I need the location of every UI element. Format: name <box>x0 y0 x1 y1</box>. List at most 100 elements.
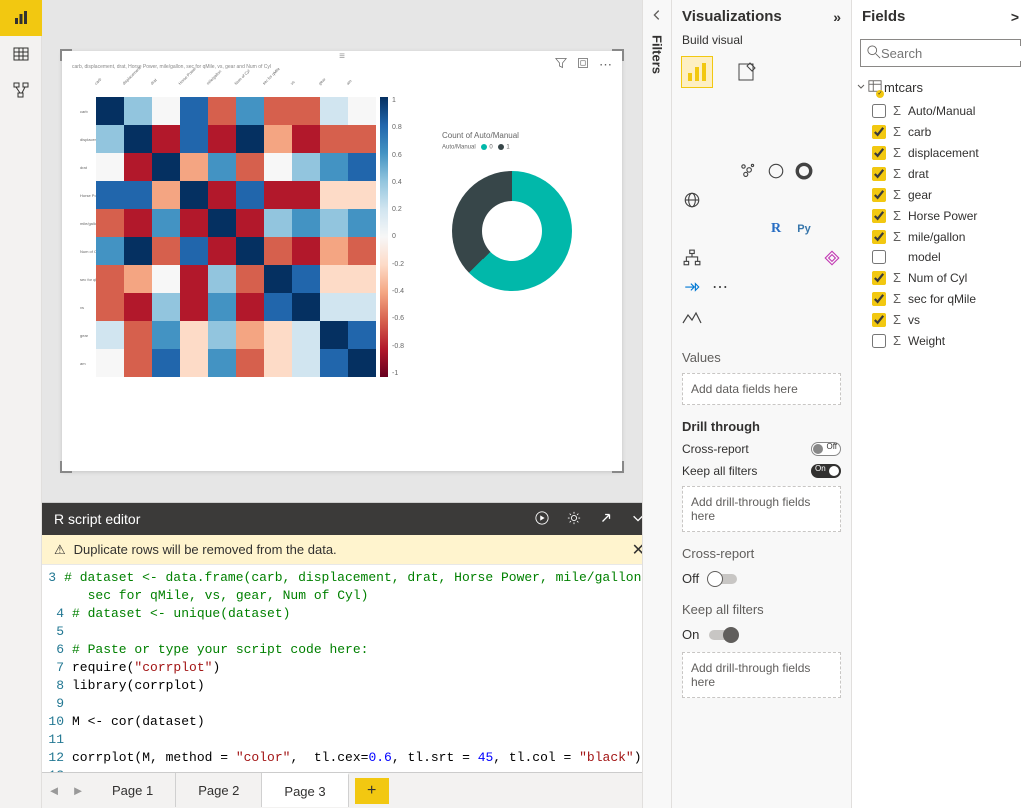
viz-type-button[interactable] <box>708 101 732 125</box>
field-checkbox[interactable] <box>872 230 886 244</box>
viz-type-button[interactable] <box>680 101 704 125</box>
field-checkbox[interactable] <box>872 146 886 160</box>
viz-type-button[interactable] <box>764 130 788 154</box>
viz-type-button[interactable] <box>792 188 816 212</box>
filters-pane-collapsed[interactable]: Filters <box>642 0 672 808</box>
cross-report-toggle[interactable]: Off <box>811 442 841 456</box>
viz-type-button[interactable] <box>736 217 760 241</box>
viz-type-button[interactable] <box>764 101 788 125</box>
viz-type-button[interactable] <box>764 188 788 212</box>
viz-type-button[interactable] <box>680 159 704 183</box>
viz-type-button[interactable] <box>680 188 704 212</box>
collapse-viz-pane-icon[interactable]: » <box>833 9 841 25</box>
viz-type-button[interactable] <box>820 101 844 125</box>
field-checkbox[interactable] <box>872 334 886 348</box>
field-checkbox[interactable] <box>872 104 886 118</box>
field-checkbox[interactable] <box>872 292 886 306</box>
viz-type-button[interactable]: R <box>764 217 788 241</box>
table-node-mtcars[interactable]: ✓ mtcars <box>852 73 1029 100</box>
selection-handle[interactable] <box>612 461 624 473</box>
viz-type-button[interactable] <box>708 246 732 270</box>
build-visual-tab[interactable] <box>682 57 712 87</box>
run-script-icon[interactable] <box>535 511 549 528</box>
field-checkbox[interactable] <box>872 188 886 202</box>
viz-type-button[interactable]: Py <box>792 217 816 241</box>
viz-type-button[interactable] <box>680 130 704 154</box>
viz-type-button[interactable] <box>820 188 844 212</box>
viz-type-button[interactable] <box>820 246 844 270</box>
field-item[interactable]: Σmile/gallon <box>852 226 1029 247</box>
data-view-tab[interactable] <box>0 36 42 72</box>
viz-type-button[interactable] <box>820 217 844 241</box>
cross-report-slider[interactable] <box>709 574 737 584</box>
values-field-well[interactable]: Add data fields here <box>682 373 841 405</box>
viz-type-button[interactable]: ⋯ <box>708 275 732 299</box>
field-item[interactable]: Σcarb <box>852 121 1029 142</box>
field-item[interactable]: Σvs <box>852 309 1029 330</box>
viz-type-button[interactable] <box>708 188 732 212</box>
keep-filters-toggle[interactable]: On <box>811 464 841 478</box>
model-view-tab[interactable] <box>0 72 42 108</box>
donut-chart[interactable] <box>452 171 572 291</box>
collapse-fields-pane-icon[interactable]: > <box>1011 9 1019 25</box>
field-checkbox[interactable] <box>872 250 886 264</box>
viz-type-button[interactable] <box>792 246 816 270</box>
analytics-tab[interactable] <box>672 303 851 340</box>
tabs-next-icon[interactable]: ► <box>66 783 90 798</box>
viz-type-button[interactable] <box>736 130 760 154</box>
field-checkbox[interactable] <box>872 125 886 139</box>
field-item[interactable]: Σsec for qMile <box>852 288 1029 309</box>
viz-type-button[interactable] <box>736 159 760 183</box>
viz-type-button[interactable] <box>680 217 704 241</box>
field-item[interactable]: Σgear <box>852 184 1029 205</box>
filter-icon[interactable] <box>555 57 567 73</box>
r-code-editor[interactable]: 3# dataset <- data.frame(carb, displacem… <box>42 565 657 789</box>
drag-handle-icon[interactable]: ≡ <box>322 51 362 61</box>
expand-filters-icon[interactable] <box>650 8 664 25</box>
viz-type-button[interactable] <box>680 275 704 299</box>
viz-type-button[interactable] <box>708 130 732 154</box>
report-canvas[interactable]: ≡ ⋯ carb, displacement, drat, Horse Powe… <box>42 0 642 502</box>
selection-handle[interactable] <box>60 461 72 473</box>
viz-type-button[interactable] <box>792 101 816 125</box>
field-item[interactable]: Σdrat <box>852 163 1029 184</box>
more-options-icon[interactable]: ⋯ <box>599 57 612 73</box>
field-item[interactable]: model <box>852 247 1029 267</box>
popout-icon[interactable] <box>599 511 613 528</box>
viz-type-button[interactable] <box>708 217 732 241</box>
field-item[interactable]: Σdisplacement <box>852 142 1029 163</box>
page-tab[interactable]: Page 1 <box>90 773 176 807</box>
keep-filters-slider[interactable] <box>709 630 737 640</box>
format-visual-tab[interactable] <box>732 57 762 87</box>
viz-type-button[interactable] <box>736 101 760 125</box>
visual-container[interactable]: ≡ ⋯ carb, displacement, drat, Horse Powe… <box>62 51 622 471</box>
script-options-icon[interactable] <box>567 511 581 528</box>
viz-type-button[interactable] <box>820 130 844 154</box>
field-checkbox[interactable] <box>872 167 886 181</box>
viz-type-button[interactable] <box>680 246 704 270</box>
selection-handle[interactable] <box>60 49 72 61</box>
field-item[interactable]: ΣNum of Cyl <box>852 267 1029 288</box>
viz-type-button[interactable] <box>708 159 732 183</box>
selection-handle[interactable] <box>612 49 624 61</box>
viz-type-button[interactable] <box>820 159 844 183</box>
tabs-prev-icon[interactable]: ◄ <box>42 783 66 798</box>
add-page-button[interactable]: + <box>355 778 389 804</box>
field-item[interactable]: ΣAuto/Manual <box>852 100 1029 121</box>
field-checkbox[interactable] <box>872 271 886 285</box>
field-checkbox[interactable] <box>872 313 886 327</box>
fields-search-box[interactable] <box>860 39 1021 67</box>
field-checkbox[interactable] <box>872 209 886 223</box>
viz-type-button[interactable] <box>792 130 816 154</box>
report-view-tab[interactable] <box>0 0 42 36</box>
viz-type-button[interactable] <box>764 159 788 183</box>
viz-type-button[interactable] <box>792 159 816 183</box>
viz-type-button[interactable] <box>764 246 788 270</box>
drill-through-field-well-2[interactable]: Add drill-through fields here <box>682 652 841 698</box>
field-item[interactable]: ΣWeight <box>852 330 1029 351</box>
field-item[interactable]: ΣHorse Power <box>852 205 1029 226</box>
focus-mode-icon[interactable] <box>577 57 589 73</box>
page-tab[interactable]: Page 2 <box>176 773 262 807</box>
drill-through-field-well[interactable]: Add drill-through fields here <box>682 486 841 532</box>
viz-type-button[interactable] <box>736 188 760 212</box>
